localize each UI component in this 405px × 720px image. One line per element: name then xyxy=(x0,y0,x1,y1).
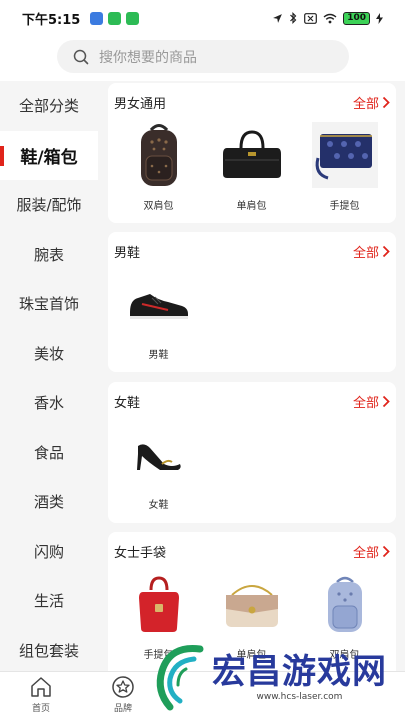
product-label: 单肩包 xyxy=(236,201,267,212)
section-header: 女士手袋 全部 xyxy=(108,532,396,570)
sidebar-item-watches[interactable]: 腕表 xyxy=(0,230,98,280)
sidebar-item-food[interactable]: 食品 xyxy=(0,428,98,478)
sidebar-item-shoes-bags[interactable]: 鞋/箱包 xyxy=(0,130,98,180)
backpack-icon xyxy=(124,121,194,189)
chevron-right-icon xyxy=(382,245,390,257)
site-watermark: 宏昌游戏网 www.hcs-laser.com xyxy=(150,636,405,720)
battery-indicator: 100 xyxy=(343,11,370,25)
bluetooth-icon xyxy=(290,12,297,24)
section-all-label: 全部 xyxy=(352,245,379,261)
category-content: 男女通用 全部 双肩包 单肩包 手提包 男鞋 全部 男鞋 女鞋 全部 女鞋 女士… xyxy=(98,81,405,671)
section-all-link[interactable]: 全部 xyxy=(353,93,390,112)
sidebar-item-life[interactable]: 生活 xyxy=(0,576,98,626)
chevron-right-icon xyxy=(382,545,390,557)
product-item[interactable]: 男鞋 xyxy=(112,270,205,361)
sidebar-item-jewelry[interactable]: 珠宝首饰 xyxy=(0,279,98,329)
watermark-text: 宏昌游戏网 xyxy=(212,652,387,692)
app-notification-icon xyxy=(108,11,122,25)
star-icon xyxy=(112,676,134,698)
section-title: 女士手袋 xyxy=(114,545,167,561)
product-label: 女鞋 xyxy=(148,500,169,511)
section-card: 男鞋 全部 男鞋 xyxy=(108,232,396,372)
location-icon xyxy=(273,13,283,23)
section-all-link[interactable]: 全部 xyxy=(353,392,390,411)
sidebar-item-bundles[interactable]: 组包套装 xyxy=(0,626,98,676)
sidebar-item-liquor[interactable]: 酒类 xyxy=(0,477,98,527)
mini-backpack-icon xyxy=(310,570,380,638)
nav-home[interactable]: 首页 xyxy=(0,672,82,720)
sidebar-item-apparel[interactable]: 服装/配饰 xyxy=(0,180,98,230)
section-all-link[interactable]: 全部 xyxy=(353,242,390,261)
product-label: 男鞋 xyxy=(148,350,169,361)
section-header: 男女通用 全部 xyxy=(108,83,396,121)
section-header: 女鞋 全部 xyxy=(108,382,396,420)
search-icon xyxy=(73,49,89,64)
status-indicators: 100 xyxy=(272,11,383,25)
high-heel-icon xyxy=(124,420,194,488)
status-bar: 下午5:15 100 xyxy=(0,0,405,36)
product-label: 双肩包 xyxy=(143,201,174,212)
section-all-label: 全部 xyxy=(352,96,379,112)
section-all-label: 全部 xyxy=(352,545,379,561)
category-sidebar: 全部分类 鞋/箱包 服装/配饰 腕表 珠宝首饰 美妆 香水 食品 酒类 闪购 生… xyxy=(0,81,98,671)
home-icon xyxy=(31,677,51,697)
status-app-icons xyxy=(90,11,140,25)
app-notification-icon xyxy=(90,11,104,25)
shoulder-bag-icon xyxy=(217,570,287,638)
section-title: 女鞋 xyxy=(114,395,141,411)
red-handbag-icon xyxy=(124,570,194,638)
no-sim-icon xyxy=(304,12,318,24)
dragon-logo-icon xyxy=(156,644,204,711)
search-input[interactable]: 搜你想要的商品 xyxy=(57,40,349,73)
status-time: 下午5:15 xyxy=(22,12,81,28)
product-label: 手提包 xyxy=(329,201,360,212)
product-item[interactable]: 双肩包 xyxy=(112,121,205,212)
section-title: 男女通用 xyxy=(114,96,167,112)
section-card: 男女通用 全部 双肩包 单肩包 手提包 xyxy=(108,83,396,223)
section-all-link[interactable]: 全部 xyxy=(353,542,390,561)
section-header: 男鞋 全部 xyxy=(108,232,396,270)
wristlet-icon xyxy=(310,121,380,189)
watermark-url: www.hcs-laser.com xyxy=(256,692,343,702)
search-placeholder: 搜你想要的商品 xyxy=(99,49,197,66)
nav-brand-label: 品牌 xyxy=(113,704,132,714)
product-item[interactable]: 手提包 xyxy=(298,121,391,212)
duffel-bag-icon xyxy=(217,121,287,189)
sidebar-item-beauty[interactable]: 美妆 xyxy=(0,329,98,379)
section-card: 女鞋 全部 女鞋 xyxy=(108,382,396,523)
app-notification-icon xyxy=(126,11,140,25)
wifi-icon xyxy=(323,13,337,23)
sidebar-item-perfume[interactable]: 香水 xyxy=(0,378,98,428)
section-all-label: 全部 xyxy=(352,395,379,411)
sneaker-icon xyxy=(124,270,194,338)
section-title: 男鞋 xyxy=(114,245,141,261)
charging-icon xyxy=(376,12,383,24)
chevron-right-icon xyxy=(382,395,390,407)
sidebar-item-flash-sale[interactable]: 闪购 xyxy=(0,527,98,577)
product-item[interactable]: 单肩包 xyxy=(205,121,298,212)
sidebar-item-all[interactable]: 全部分类 xyxy=(0,81,98,131)
chevron-right-icon xyxy=(382,96,390,108)
nav-home-label: 首页 xyxy=(31,704,50,714)
product-item[interactable]: 女鞋 xyxy=(112,420,205,511)
